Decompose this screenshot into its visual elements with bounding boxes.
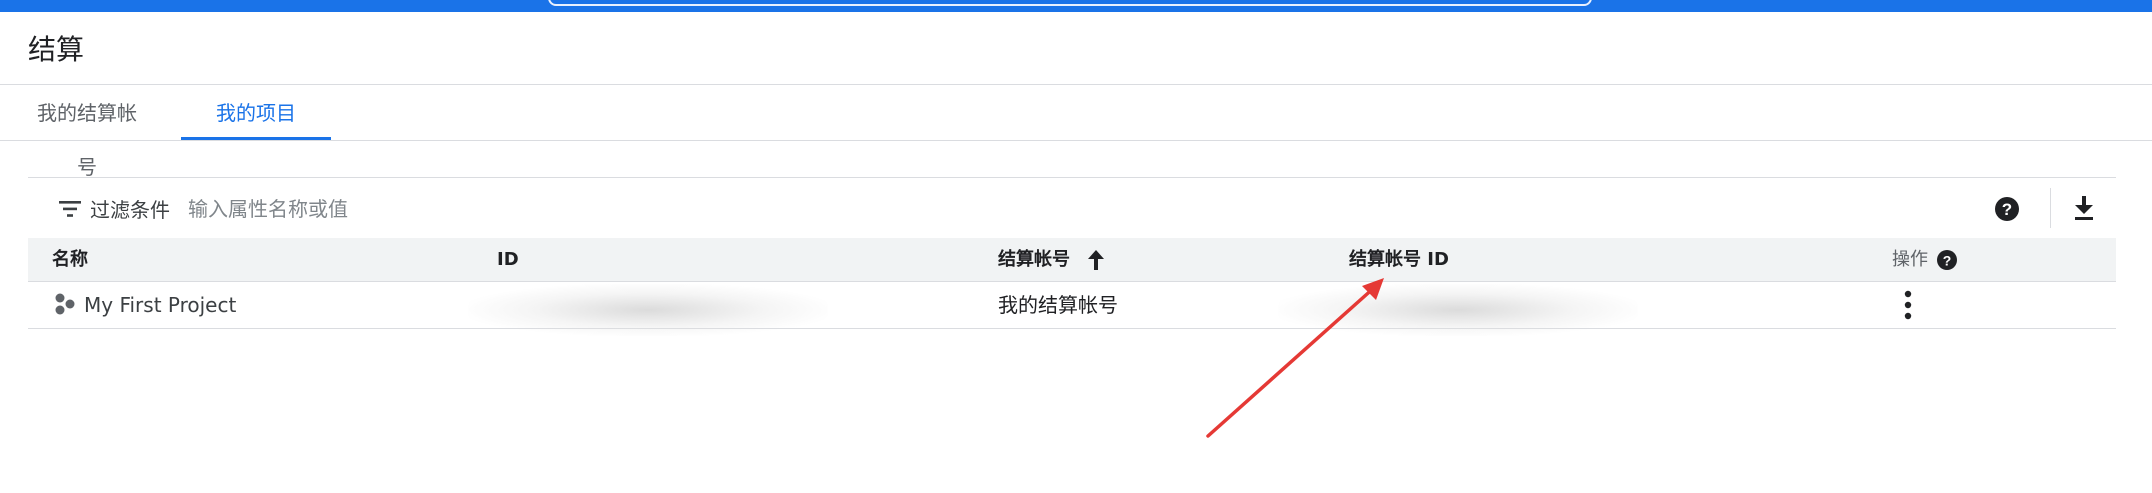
help-circle-icon[interactable]: ? [1994, 196, 2020, 222]
project-icon [55, 293, 75, 315]
toolbar-separator [2050, 188, 2051, 228]
search-box-edge[interactable] [548, 0, 1592, 6]
download-icon[interactable] [2072, 195, 2096, 221]
tab-my-billing-accounts[interactable]: 我的结算帐号 [28, 86, 146, 179]
column-header-actions: 操作 [1892, 249, 1928, 270]
column-header-name[interactable]: 名称 [52, 238, 88, 281]
table-header: 名称 ID 结算帐号 结算帐号 ID 操作 ? [28, 238, 2116, 282]
svg-text:?: ? [2002, 200, 2012, 219]
filter-icon[interactable] [58, 200, 82, 218]
annotation-arrow-icon [1206, 278, 1384, 438]
project-name-link[interactable]: My First Project [84, 282, 236, 328]
filter-label[interactable]: 过滤条件 [90, 194, 170, 223]
tabs-divider [0, 140, 2152, 141]
tab-my-projects[interactable]: 我的项目 [181, 86, 331, 140]
column-header-id[interactable]: ID [497, 238, 519, 281]
help-circle-icon[interactable]: ? [1936, 249, 1958, 271]
page-title: 结算 [28, 33, 85, 66]
column-header-billing-account[interactable]: 结算帐号 [998, 238, 1070, 281]
filter-bar: 过滤条件 ? [28, 177, 2116, 239]
header-divider [0, 84, 2152, 85]
more-vert-icon[interactable] [1900, 290, 1916, 320]
svg-text:?: ? [1943, 253, 1952, 269]
top-app-bar [0, 0, 2152, 12]
projects-table: 过滤条件 ? 名称 ID 结算帐号 结算帐号 ID 操作 ? [28, 177, 2116, 336]
filter-input[interactable] [186, 192, 890, 226]
redacted-project-id [468, 284, 828, 336]
sort-ascending-icon[interactable] [1086, 249, 1106, 271]
billing-account-link[interactable]: 我的结算帐号 [998, 282, 1118, 328]
table-row[interactable]: My First Project 我的结算帐号 [28, 282, 2116, 336]
tab-bar: 我的结算帐号 我的项目 [0, 86, 2152, 179]
